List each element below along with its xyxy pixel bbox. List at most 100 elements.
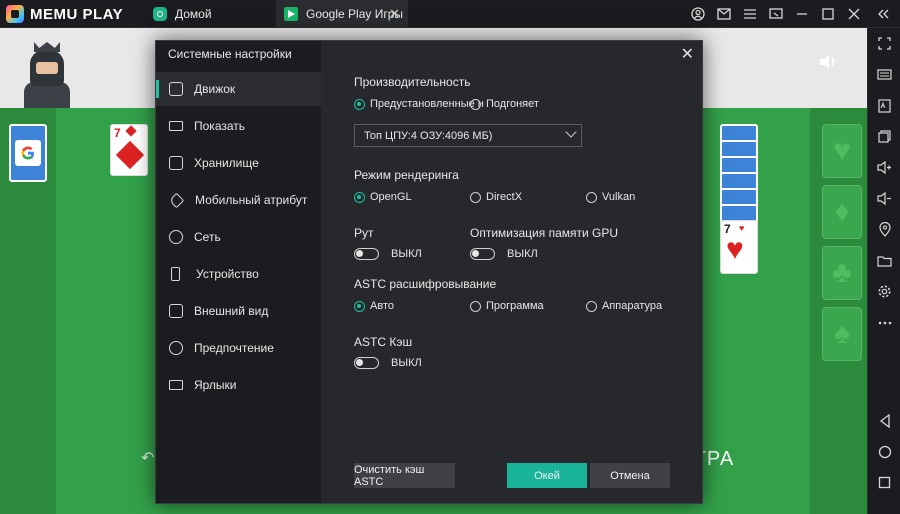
undo-icon[interactable]: ↶ [141, 448, 154, 468]
tab-google-play-games[interactable]: Google Play Игры ✕ [276, 0, 408, 28]
nav-item-storage[interactable]: Хранилище [156, 146, 321, 180]
minimize-icon[interactable] [789, 0, 815, 28]
foundation-diamonds[interactable]: ♦ [822, 185, 862, 239]
location-icon[interactable] [868, 214, 900, 245]
dialog-close-icon[interactable]: ✕ [681, 44, 694, 64]
window-controls [685, 0, 900, 28]
cancel-button[interactable]: Отмена [590, 463, 670, 488]
tab-close-icon[interactable]: ✕ [389, 7, 400, 20]
nav-item-display[interactable]: Показать [156, 109, 321, 143]
settings-nav: Системные настройки Движок Показать Хран… [156, 41, 321, 503]
radio-astc-hardware[interactable]: Аппаратура [586, 300, 662, 312]
folder-icon[interactable] [868, 245, 900, 276]
nav-item-appearance[interactable]: Внешний вид [156, 294, 321, 328]
keyboard-mapping-icon[interactable] [868, 59, 900, 90]
clear-astc-cache-button[interactable]: Очистить кэш ASTC [354, 463, 455, 488]
astc-cache-state: ВЫКЛ [391, 357, 422, 369]
radio-dot [586, 191, 597, 203]
logo-text: MEMU PLAY [30, 5, 124, 23]
radio-astc-software[interactable]: Программа [470, 300, 544, 312]
memu-logo: MEMU PLAY [6, 5, 123, 23]
waste-card[interactable]: 7 [110, 124, 148, 176]
apk-install-icon[interactable] [868, 90, 900, 121]
radio-dot [354, 300, 365, 312]
screen-cast-icon[interactable] [763, 0, 789, 28]
nav-item-label: Ярлыки [194, 378, 237, 392]
radio-directx[interactable]: DirectX [470, 191, 522, 203]
mail-icon[interactable] [711, 0, 737, 28]
radio-opengl[interactable]: OpenGL [354, 191, 412, 203]
nav-item-network[interactable]: Сеть [156, 220, 321, 254]
performance-select[interactable]: Топ ЦПУ:4 ОЗУ:4096 МБ) [354, 124, 582, 147]
radio-label: DirectX [486, 191, 523, 203]
nav-item-label: Сеть [194, 230, 221, 244]
volume-up-icon[interactable] [868, 152, 900, 183]
display-icon [169, 121, 183, 131]
phone-icon [171, 267, 180, 281]
root-toggle[interactable] [354, 248, 379, 260]
gpu-optimization-toggle[interactable] [470, 248, 495, 260]
radio-custom[interactable]: Подгоняет [470, 98, 539, 110]
astc-cache-toggle[interactable] [354, 357, 379, 369]
nav-item-label: Мобильный атрибут [195, 193, 308, 207]
ok-button[interactable]: Окей [507, 463, 587, 488]
nav-item-engine[interactable]: Движок [156, 72, 321, 106]
player-avatar [18, 38, 76, 108]
foundation-spades[interactable]: ♠ [822, 307, 862, 361]
radio-dot [586, 300, 597, 312]
tab-home[interactable]: Домой [146, 0, 274, 28]
recent-apps-icon[interactable] [868, 467, 900, 498]
root-title: Рут [354, 226, 374, 240]
stock-card[interactable] [9, 124, 47, 182]
nav-item-device[interactable]: Устройство [156, 257, 321, 291]
nav-item-preference[interactable]: Предпочтение [156, 331, 321, 365]
maximize-icon[interactable] [815, 0, 841, 28]
fullscreen-icon[interactable] [868, 28, 900, 59]
radio-label: Vulkan [602, 191, 636, 203]
home-icon[interactable] [868, 436, 900, 467]
nav-item-label: Показать [194, 119, 246, 133]
radio-astc-auto[interactable]: Авто [354, 300, 394, 312]
menu-icon[interactable] [737, 0, 763, 28]
gpu-toggle-row: ВЫКЛ [470, 248, 538, 260]
volume-down-icon[interactable] [868, 183, 900, 214]
multi-instance-icon[interactable] [868, 121, 900, 152]
tableau-column[interactable]: 7 ♥ ♥ [720, 124, 758, 274]
close-window-icon[interactable] [841, 0, 867, 28]
foundation-clubs[interactable]: ♣ [822, 246, 862, 300]
window-icon [169, 304, 183, 318]
performance-select-value: Топ ЦПУ:4 ОЗУ:4096 МБ) [364, 129, 493, 142]
account-icon[interactable] [685, 0, 711, 28]
radio-label: Авто [370, 300, 394, 312]
radio-dot [470, 98, 481, 110]
nav-item-shortcuts[interactable]: Ярлыки [156, 368, 321, 402]
tag-icon [168, 192, 185, 208]
radio-vulkan[interactable]: Vulkan [586, 191, 635, 203]
radio-label: OpenGL [370, 191, 412, 203]
performance-title: Производительность [354, 75, 471, 89]
tab-home-label: Домой [175, 7, 212, 21]
engine-icon [169, 82, 183, 96]
radio-preset[interactable]: Предустановленные н [354, 98, 484, 110]
collapse-sidebar-icon[interactable] [867, 0, 900, 28]
google-play-icon [284, 7, 298, 21]
radio-dot [470, 300, 481, 312]
chevron-down-icon [565, 126, 577, 138]
memu-window: MEMU PLAY Домой Google Play Игры ✕ 7 7 ♥… [0, 0, 900, 514]
dialog-title: Системные настройки [168, 47, 292, 61]
sound-icon[interactable] [818, 52, 840, 77]
nav-item-mobile-attribute[interactable]: Мобильный атрибут [156, 183, 321, 217]
foundation-hearts[interactable]: ♥ [822, 124, 862, 178]
google-icon [15, 140, 41, 166]
title-bar: MEMU PLAY Домой Google Play Игры ✕ [0, 0, 900, 28]
more-icon[interactable] [868, 307, 900, 338]
settings-gear-icon[interactable] [868, 276, 900, 307]
back-icon[interactable] [868, 405, 900, 436]
nav-item-label: Устройство [196, 267, 259, 281]
radio-label: Программа [486, 300, 544, 312]
storage-icon [169, 156, 183, 170]
diamond-suit-icon [125, 125, 137, 137]
gpu-state: ВЫКЛ [507, 248, 538, 260]
astc-cache-title: ASTC Кэш [354, 335, 413, 349]
heart-suit-icon: ♥ [739, 223, 745, 233]
